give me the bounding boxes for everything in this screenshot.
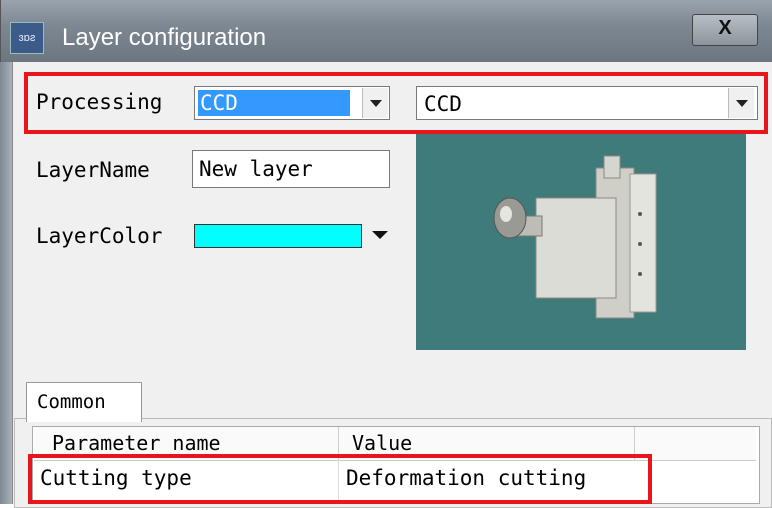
processing-label: Processing xyxy=(36,90,163,114)
app-icon: ɜɒƨ xyxy=(10,22,44,54)
layer-name-label: LayerName xyxy=(36,158,150,182)
processing-mode-value[interactable]: CCD xyxy=(198,90,350,116)
layer-color-label: LayerColor xyxy=(36,224,163,248)
window-left-border xyxy=(0,62,12,504)
close-button[interactable]: X xyxy=(692,14,758,46)
processing-type-dropdown[interactable] xyxy=(416,86,758,120)
window-title: Layer configuration xyxy=(62,24,267,51)
tab-common[interactable]: Common xyxy=(26,382,142,422)
tool-preview-image xyxy=(416,134,746,350)
column-header-value[interactable]: Value xyxy=(352,431,412,455)
processing-type-value[interactable]: CCD xyxy=(424,92,462,116)
chevron-down-icon[interactable] xyxy=(728,88,754,118)
color-dropdown-arrow-icon[interactable] xyxy=(372,231,388,239)
row-highlight-frame xyxy=(28,454,652,504)
layer-name-input[interactable]: New layer xyxy=(192,150,390,188)
layer-color-swatch[interactable] xyxy=(194,224,362,248)
column-header-parameter[interactable]: Parameter name xyxy=(52,431,221,455)
chevron-down-icon[interactable] xyxy=(362,88,388,118)
ccd-camera-head-icon xyxy=(493,155,657,319)
